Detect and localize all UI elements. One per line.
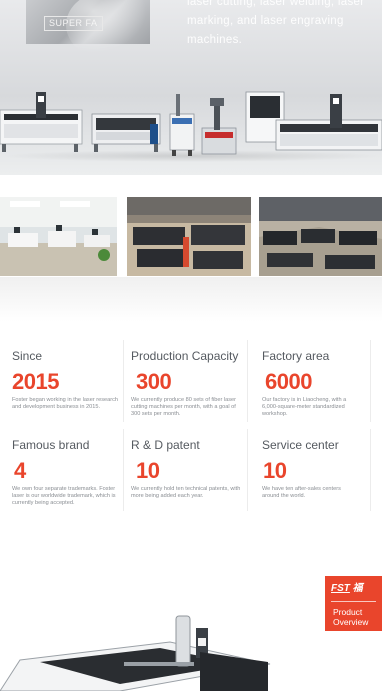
brand-logo-cn: 福 [352, 583, 363, 594]
brand-logo: FST 福 [325, 580, 382, 598]
stat-title: Production Capacity [131, 349, 239, 363]
laser-welding-machine [169, 94, 195, 156]
stat-description: We have ten after-sales centers around t… [262, 486, 341, 499]
hero-photo-label: SUPER FA [44, 16, 103, 31]
stat-title: Service center [262, 438, 339, 452]
stat-description: We own four separate trademarks. Foster … [12, 486, 116, 506]
stat-value: 10 [136, 458, 160, 483]
stat-title: Famous brand [12, 438, 90, 452]
product-overview-button[interactable]: FST 福 Product Overview [325, 576, 382, 631]
stat-title: R & D patent [131, 438, 200, 452]
enclosed-fiber-cutter [245, 91, 382, 151]
company-stats-grid: Since 2015 Foster began working in the l… [0, 340, 382, 515]
stat-description: Foster began working in the laser resear… [12, 397, 119, 410]
hero-banner: SUPER FA laser cutting, laser welding, l… [0, 0, 382, 175]
factory-photo-workshop-floor[interactable] [127, 197, 251, 276]
brand-logo-text: FST [331, 583, 350, 594]
stat-description: We currently produce 80 sets of fiber la… [131, 397, 236, 417]
stat-rd-patent: R & D patent 10 We currently hold ten te… [131, 429, 246, 511]
stat-divider [247, 340, 248, 422]
factory-photo-production-line[interactable] [259, 197, 382, 276]
stat-value: 10 [263, 458, 287, 483]
stat-value: 4 [14, 458, 26, 483]
fiber-cutter-machine-1 [0, 92, 83, 152]
stat-divider [370, 340, 371, 422]
section-divider-band [0, 277, 382, 322]
stat-value: 300 [136, 369, 172, 394]
factory-photo-strip [0, 197, 382, 277]
stat-since: Since 2015 Foster began working in the l… [12, 340, 127, 422]
stat-title: Factory area [262, 349, 330, 363]
stat-divider [123, 340, 124, 422]
stat-factory-area: Factory area 6000 Our factory is in Liao… [262, 340, 377, 422]
stat-value: 6000 [265, 369, 312, 394]
stat-title: Since [12, 349, 43, 363]
featured-machine-image [0, 615, 271, 691]
stat-description: Our factory is in Liaocheng, with a 6,00… [262, 397, 347, 417]
stat-value: 2015 [12, 369, 59, 394]
factory-photo-office[interactable] [0, 197, 117, 276]
stat-description: We currently hold ten technical patents,… [131, 486, 241, 499]
product-overview-label: Product Overview [333, 607, 369, 627]
stat-service-center: Service center 10 We have ten after-sale… [262, 429, 377, 511]
machine-lineup-image [0, 91, 382, 156]
hero-photo[interactable]: SUPER FA [26, 0, 156, 60]
stat-divider [123, 429, 124, 511]
stat-divider [247, 429, 248, 511]
badge-divider [331, 601, 376, 602]
laser-marking-machine [201, 98, 237, 155]
stat-famous-brand: Famous brand 4 We own four separate trad… [12, 429, 127, 511]
stat-production-capacity: Production Capacity 300 We currently pro… [131, 340, 246, 422]
stat-divider [370, 429, 371, 511]
hero-description: laser cutting, laser welding, laser mark… [187, 0, 365, 46]
co2-laser-machine [91, 113, 161, 152]
